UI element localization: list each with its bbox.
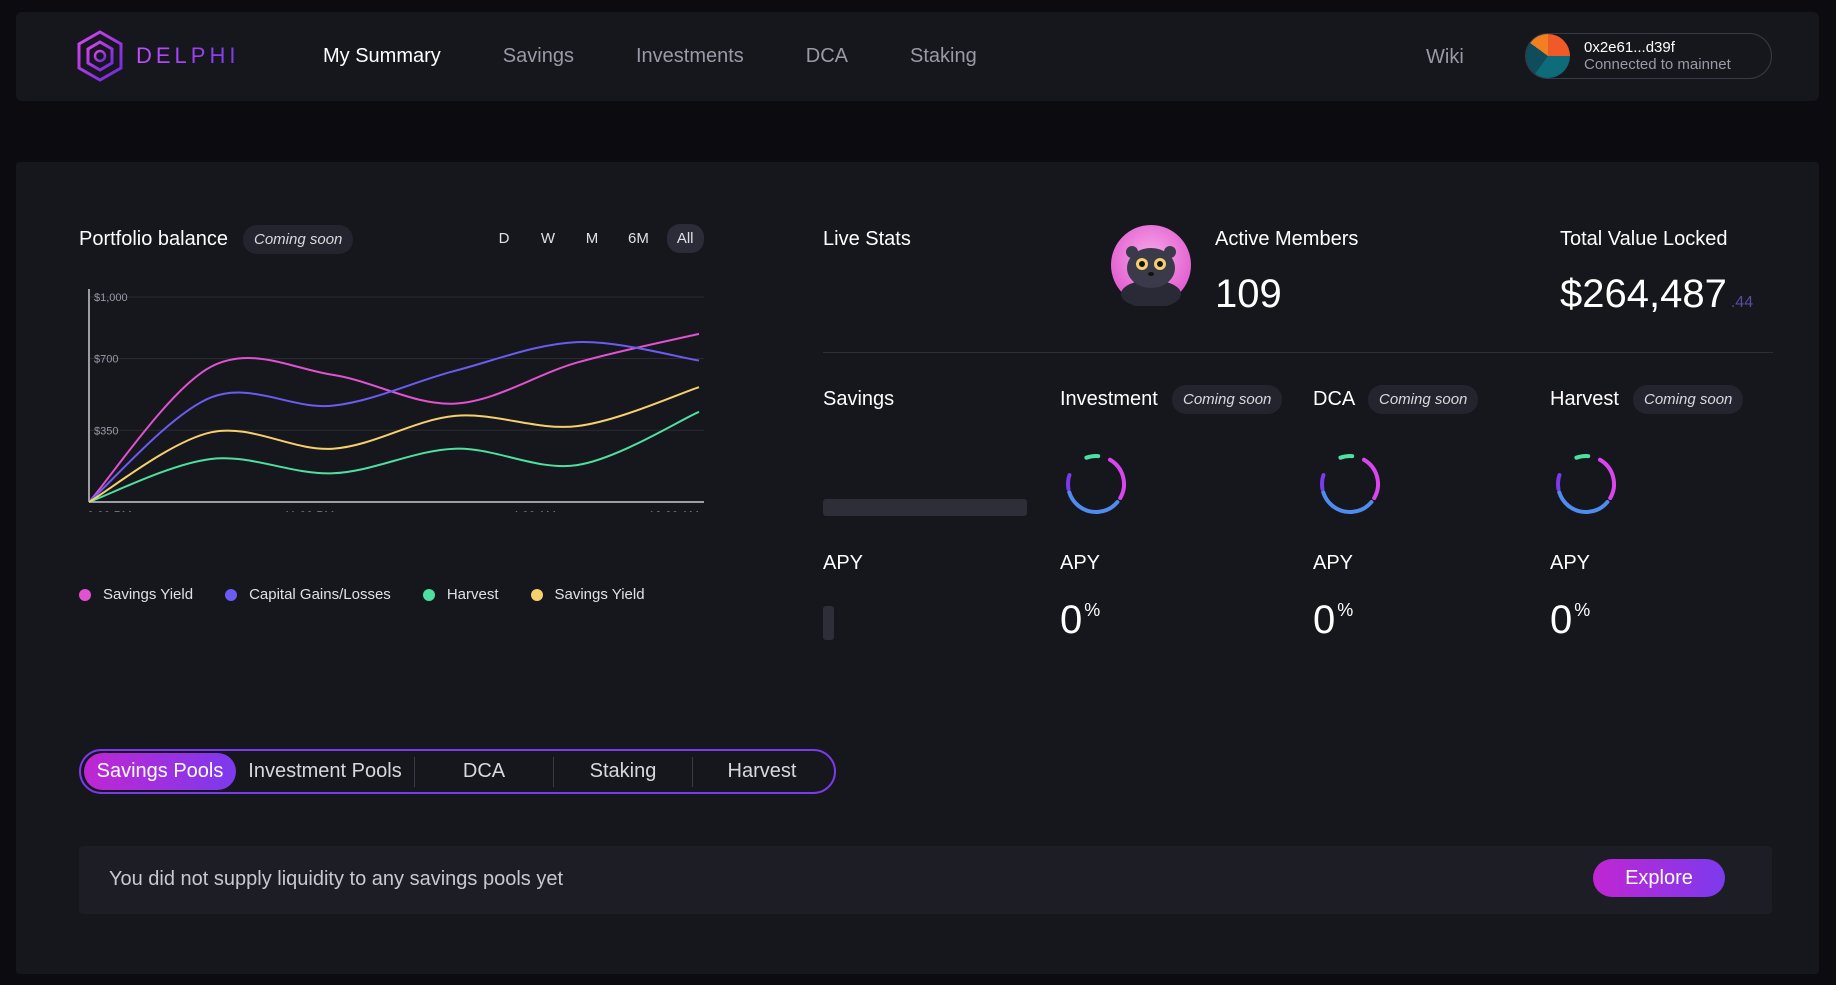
harvest-coming-soon-badge: Coming soon xyxy=(1633,385,1744,414)
savings-loading-placeholder xyxy=(823,499,1027,516)
investment-apy-value: 0% xyxy=(1060,598,1100,643)
savings-apy-loading-placeholder xyxy=(823,606,834,640)
delphi-hexagon-icon xyxy=(77,30,123,82)
empty-state: You did not supply liquidity to any savi… xyxy=(79,846,1772,914)
legend-dot xyxy=(422,588,435,601)
tab-staking[interactable]: Staking xyxy=(554,753,692,790)
y-tick-label: $1,000 xyxy=(94,292,128,304)
investment-apy-label: APY xyxy=(1060,552,1101,574)
tvl-label: Total Value Locked xyxy=(1560,228,1728,250)
explore-button[interactable]: Explore xyxy=(1593,859,1725,897)
tvl-cents: .44 xyxy=(1730,294,1754,311)
top-header: DELPHI My Summary Savings Investments DC… xyxy=(16,12,1819,101)
investment-apy-unit: % xyxy=(1084,600,1101,620)
range-6m[interactable]: 6M xyxy=(618,224,659,253)
nav-staking[interactable]: Staking xyxy=(910,45,977,68)
nav-wiki[interactable]: Wiki xyxy=(1426,46,1464,69)
tab-harvest[interactable]: Harvest xyxy=(693,753,831,790)
dca-apy-value: 0% xyxy=(1313,598,1353,643)
investment-title: Investment xyxy=(1060,388,1158,410)
pool-tabs: Savings Pools Investment Pools DCA Staki… xyxy=(79,749,836,794)
stats-divider xyxy=(823,352,1773,353)
empty-state-text: You did not supply liquidity to any savi… xyxy=(109,868,563,890)
brand-name: DELPHI xyxy=(136,43,240,68)
legend-dot xyxy=(79,588,91,601)
x-tick-label: 11:00 PM xyxy=(284,509,334,512)
active-members-value: 109 xyxy=(1215,272,1282,316)
legend-label: Savings Yield xyxy=(554,586,645,603)
harvest-apy-number: 0 xyxy=(1550,598,1573,642)
wallet-avatar xyxy=(1526,34,1570,78)
dca-apy-label: APY xyxy=(1313,552,1354,574)
wallet-status: Connected to mainnet xyxy=(1584,56,1731,73)
tvl-amount: $264,487 xyxy=(1560,272,1727,316)
y-tick-label: $350 xyxy=(94,425,118,437)
range-selector: D W M 6M All xyxy=(486,224,704,253)
x-tick-label: 10:00 AM xyxy=(648,509,699,512)
x-tick-label: 4:00 AM xyxy=(512,509,556,512)
legend-item: Savings Yield xyxy=(530,586,645,603)
mascot-avatar-icon xyxy=(1111,225,1191,306)
brand-logo[interactable]: DELPHI xyxy=(76,30,239,82)
wallet-button[interactable]: 0x2e61...d39f Connected to mainnet xyxy=(1525,33,1772,79)
dca-apy-unit: % xyxy=(1337,600,1354,620)
investment-coming-soon-badge: Coming soon xyxy=(1172,385,1283,414)
nav-savings[interactable]: Savings xyxy=(503,45,574,68)
tab-investment-pools[interactable]: Investment Pools xyxy=(236,753,414,790)
tab-savings-pools[interactable]: Savings Pools xyxy=(84,753,236,790)
series-line xyxy=(88,341,700,503)
wallet-address: 0x2e61...d39f xyxy=(1584,38,1675,56)
dca-coming-soon-badge: Coming soon xyxy=(1368,385,1479,414)
dca-apy-number: 0 xyxy=(1313,598,1336,642)
harvest-apy-value: 0% xyxy=(1550,598,1590,643)
harvest-loading-ring-icon xyxy=(1556,454,1616,515)
investment-loading-ring-icon xyxy=(1066,454,1126,515)
legend-dot xyxy=(225,588,238,601)
tab-dca[interactable]: DCA xyxy=(415,753,553,790)
range-day[interactable]: D xyxy=(486,224,522,253)
savings-title: Savings xyxy=(823,388,895,410)
summary-panel: Portfolio balance Coming soon D W M 6M A… xyxy=(16,162,1819,974)
investment-apy-number: 0 xyxy=(1060,598,1083,642)
legend-label: Savings Yield xyxy=(103,586,194,603)
legend-label: Harvest xyxy=(446,586,499,603)
harvest-title: Harvest xyxy=(1550,388,1619,410)
savings-apy-label: APY xyxy=(823,552,864,574)
range-week[interactable]: W xyxy=(530,224,566,253)
x-tick-label: 6:00 PM xyxy=(87,509,132,512)
legend-item: Savings Yield xyxy=(79,586,193,603)
nav-investments[interactable]: Investments xyxy=(636,45,744,68)
portfolio-chart: $1,000 $700 $350 6:00 PM 11:00 PM 4:00 AM 10:0… xyxy=(87,289,704,512)
harvest-apy-label: APY xyxy=(1550,552,1591,574)
portfolio-title: Portfolio balance xyxy=(79,228,228,250)
range-month[interactable]: M xyxy=(574,224,610,253)
nav-my-summary[interactable]: My Summary xyxy=(323,45,441,68)
portfolio-coming-soon-badge: Coming soon xyxy=(243,225,354,254)
legend-item: Harvest xyxy=(422,586,499,603)
active-members-label: Active Members xyxy=(1215,228,1359,250)
y-tick-label: $700 xyxy=(94,354,118,366)
legend-dot xyxy=(530,588,543,601)
series-line xyxy=(88,386,700,503)
tvl-value: $264,487.44 xyxy=(1560,272,1753,317)
series-line xyxy=(88,410,700,503)
series-line xyxy=(88,332,700,503)
range-all[interactable]: All xyxy=(666,224,704,253)
harvest-apy-unit: % xyxy=(1574,600,1591,620)
legend-item: Capital Gains/Losses xyxy=(225,586,391,603)
chart-legend: Savings Yield Capital Gains/Losses Harve… xyxy=(79,586,645,603)
nav-dca[interactable]: DCA xyxy=(806,45,848,68)
dca-title: DCA xyxy=(1313,388,1356,410)
legend-label: Capital Gains/Losses xyxy=(249,586,391,603)
main-nav: My Summary Savings Investments DCA Staki… xyxy=(323,12,1039,101)
live-stats-title: Live Stats xyxy=(823,228,911,250)
dca-loading-ring-icon xyxy=(1320,454,1380,515)
